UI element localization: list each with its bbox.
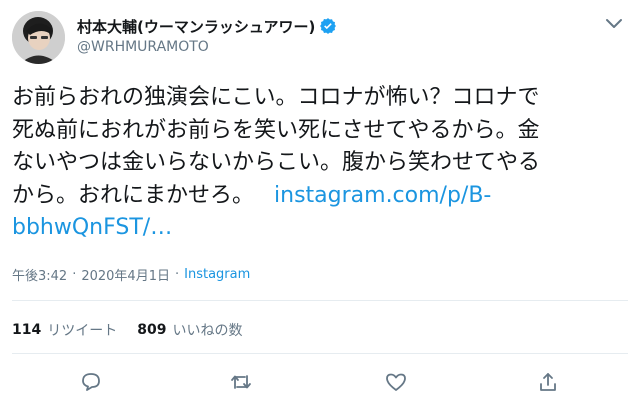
divider bbox=[12, 353, 628, 354]
instagram-link[interactable]: instagram.com/p/B- bbox=[274, 183, 491, 208]
tweet-date[interactable]: 2020年4月1日 bbox=[81, 265, 170, 284]
retweet-icon[interactable] bbox=[229, 370, 253, 394]
user-name-row[interactable]: 村本大輔(ウーマンラッシュアワー) bbox=[77, 15, 337, 37]
tweet-time[interactable]: 午後3:42 bbox=[12, 265, 67, 284]
like-stat[interactable]: 809 いいねの数 bbox=[137, 320, 242, 340]
retweet-label: リツイート bbox=[47, 323, 118, 339]
tweet-text-line-with-link: から。おれにまかせろ。 instagram.com/p/B- bbox=[12, 180, 624, 213]
avatar-photo bbox=[12, 11, 65, 64]
divider bbox=[12, 300, 628, 301]
tweet-text-line: お前らおれの独演会にこい。コロナが怖い？コロナで bbox=[12, 85, 540, 110]
heart-icon[interactable] bbox=[384, 370, 408, 394]
meta-separator: · bbox=[72, 267, 77, 282]
avatar[interactable] bbox=[12, 11, 65, 64]
retweet-stat[interactable]: 114 リツイート bbox=[12, 320, 117, 340]
tweet-text-line: 死ぬ前におれがお前らを笑い死にさせてやるから。金 bbox=[12, 117, 540, 143]
tweet-actions bbox=[0, 370, 640, 398]
share-icon[interactable] bbox=[536, 370, 560, 394]
tweet-text-line: から。おれにまかせろ。 bbox=[12, 182, 255, 208]
tweet-stats: 114 リツイート 809 いいねの数 bbox=[12, 320, 262, 340]
like-count: 809 bbox=[137, 322, 167, 338]
tweet-text: お前らおれの独演会にこい。コロナが怖い？コロナで 死ぬ前におれがお前らを笑い死に… bbox=[12, 82, 624, 245]
tweet-text-line: ないやつは金いらないからこい。腹から笑わせてやる bbox=[12, 150, 541, 175]
display-name[interactable]: 村本大輔(ウーマンラッシュアワー) bbox=[77, 16, 315, 37]
tweet-source-link[interactable]: Instagram bbox=[184, 267, 250, 282]
like-label: いいねの数 bbox=[172, 323, 243, 339]
meta-separator: · bbox=[174, 267, 180, 282]
tweet-meta: 午後3:42 · 2020年4月1日 · Instagram bbox=[12, 265, 250, 284]
reply-icon[interactable] bbox=[79, 370, 103, 394]
instagram-link-continued[interactable]: bbhwQnFST/… bbox=[12, 215, 172, 240]
tweet-text-line: bbhwQnFST/… bbox=[12, 212, 624, 245]
chevron-down-icon[interactable] bbox=[604, 16, 624, 30]
verified-badge-icon bbox=[319, 17, 337, 35]
user-handle[interactable]: @WRHMURAMOTO bbox=[77, 39, 209, 55]
retweet-count: 114 bbox=[12, 322, 42, 338]
tweet-card: 村本大輔(ウーマンラッシュアワー) @WRHMURAMOTO お前らおれの独演会… bbox=[0, 0, 640, 413]
